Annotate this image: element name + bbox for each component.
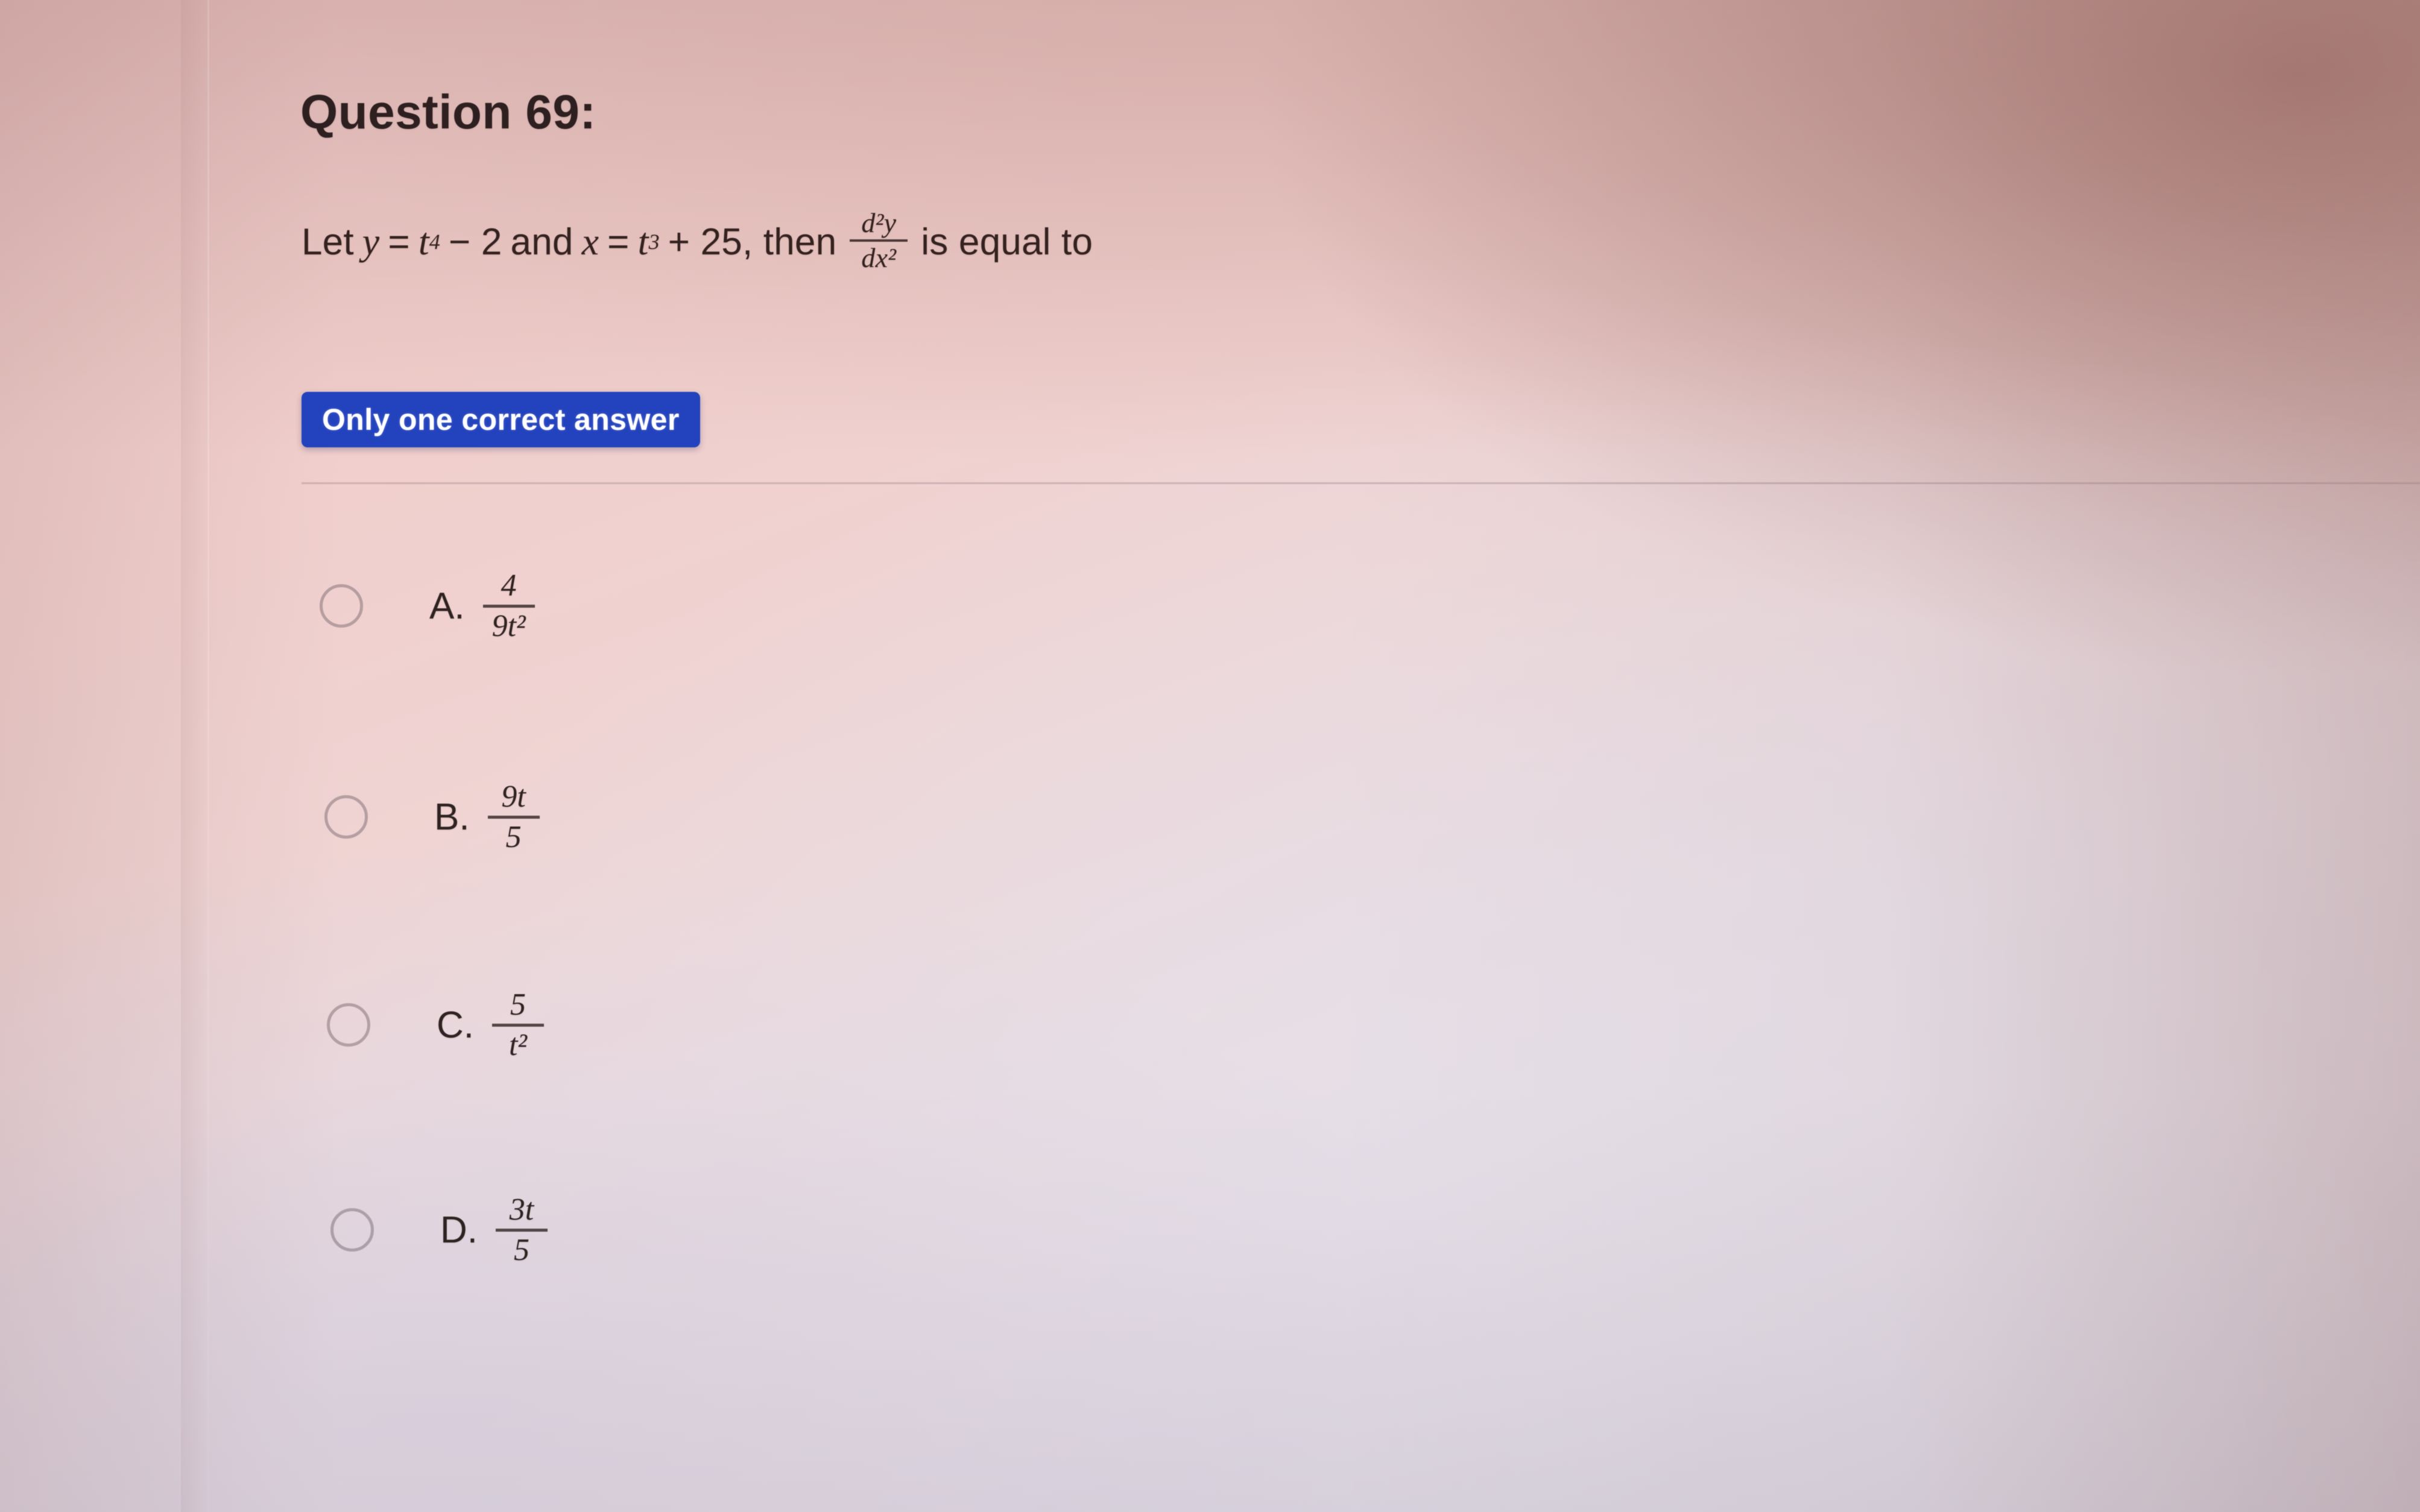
answer-option-c[interactable]: C. 5 t² [327, 980, 544, 1070]
option-c-fraction-bar [492, 1023, 544, 1027]
stem-y-var: y [362, 220, 380, 263]
option-letter-a: A. [429, 585, 465, 627]
option-letter-b: B. [434, 796, 470, 838]
stem-x-exponent: 3 [648, 230, 660, 254]
stem-minus-term: − 2 [449, 221, 502, 263]
stem-x-base: t [637, 220, 649, 263]
answer-option-a[interactable]: A. 4 9t² [320, 561, 535, 651]
fraction-bar [850, 239, 908, 242]
option-value-c: 5 t² [492, 986, 544, 1064]
only-one-correct-answer-badge: Only one correct answer [302, 392, 700, 447]
section-divider [302, 482, 2420, 484]
option-a-fraction-bar [482, 604, 535, 608]
option-letter-c: C. [437, 1004, 474, 1046]
option-letter-d: D. [440, 1209, 478, 1251]
stem-x-var: x [581, 220, 599, 263]
option-value-d: 3t 5 [496, 1191, 548, 1269]
question-stem: Let y = t4 − 2 and x = t3 + 25, then d²y… [302, 208, 1093, 276]
stem-lead: Let [302, 221, 354, 263]
stem-equals-2: = [607, 221, 630, 263]
option-a-numerator: 4 [501, 568, 517, 603]
option-d-fraction-bar [496, 1228, 548, 1232]
radio-button-b[interactable] [324, 795, 368, 839]
option-b-denominator: 5 [505, 819, 522, 854]
answer-option-d[interactable]: D. 3t 5 [330, 1185, 548, 1275]
option-value-a: 4 9t² [482, 567, 535, 645]
answer-option-b[interactable]: B. 9t 5 [324, 772, 540, 862]
page-title: Question 69: [300, 85, 596, 139]
stem-and: and [510, 221, 573, 263]
stem-tail: is equal to [921, 221, 1093, 263]
option-c-numerator: 5 [510, 987, 526, 1022]
option-b-fraction-bar [487, 815, 540, 819]
question-card: Question 69: Let y = t4 − 2 and x = t3 +… [0, 0, 2420, 1512]
option-d-numerator: 3t [509, 1192, 534, 1227]
option-a-denominator: 9t² [491, 608, 526, 643]
second-derivative-fraction: d²y dx² [850, 207, 908, 274]
stem-equals-1: = [388, 221, 410, 263]
option-b-numerator: 9t [501, 779, 526, 814]
stem-plus-term: + 25, then [668, 221, 837, 263]
option-value-b: 9t 5 [487, 778, 540, 856]
derivative-numerator: d²y [861, 207, 897, 238]
option-c-denominator: t² [508, 1027, 528, 1062]
derivative-denominator: dx² [861, 242, 897, 273]
stem-y-exponent: 4 [429, 230, 440, 254]
option-d-denominator: 5 [514, 1232, 529, 1267]
stem-y-base: t [418, 220, 429, 263]
radio-button-d[interactable] [330, 1208, 374, 1252]
radio-button-c[interactable] [327, 1003, 370, 1047]
radio-button-a[interactable] [320, 584, 363, 628]
